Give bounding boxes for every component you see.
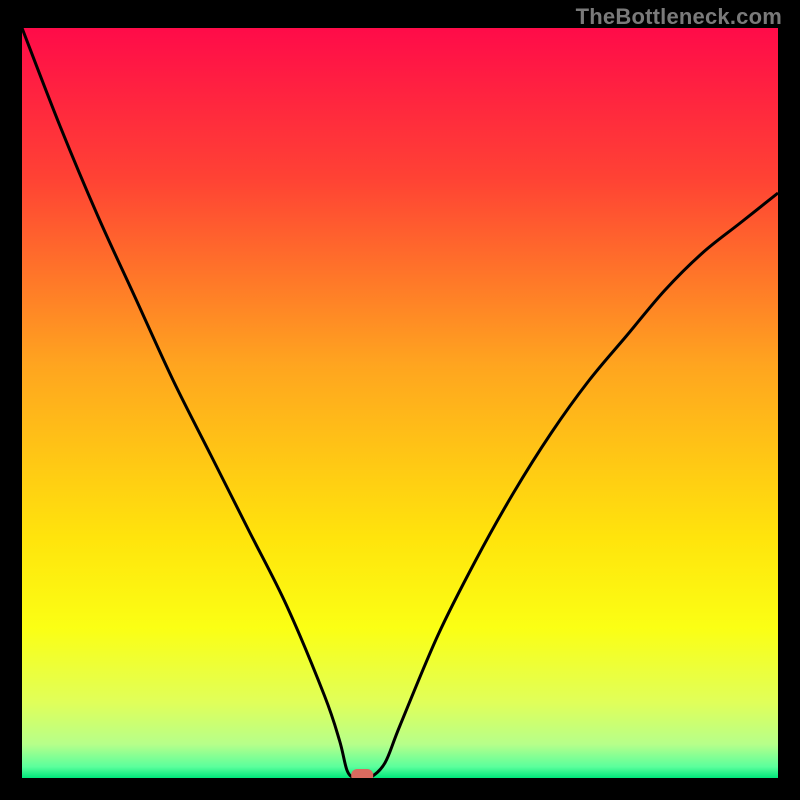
watermark-text: TheBottleneck.com bbox=[576, 4, 782, 30]
chart-frame: TheBottleneck.com bbox=[0, 0, 800, 800]
bottleneck-chart bbox=[22, 28, 778, 778]
plot-background bbox=[22, 28, 778, 778]
optimum-marker bbox=[351, 769, 373, 778]
